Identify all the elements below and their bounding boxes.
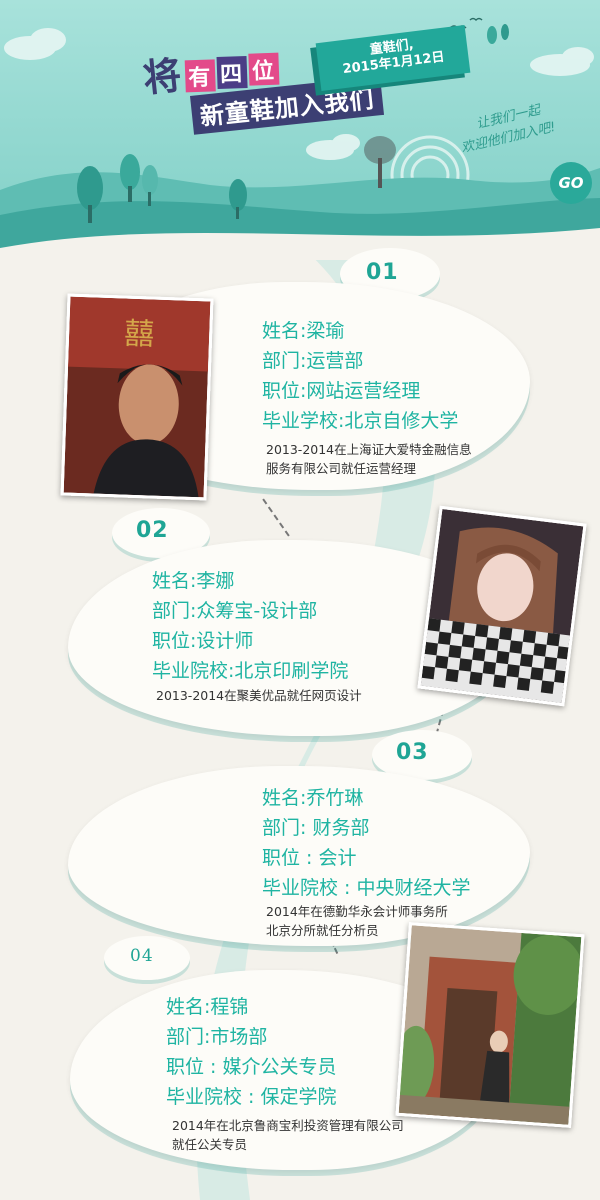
member-name: 姓名:李娜 (152, 570, 235, 592)
member-position: 职位:网站运营经理 (262, 380, 421, 402)
title-prefix: 将 (140, 52, 186, 101)
member-number: 02 (136, 518, 169, 543)
note-line-2: 服务有限公司就任运营经理 (266, 461, 417, 476)
title-highlight-2: 四 (216, 55, 248, 89)
note-line-1: 2013-2014在聚美优品就任网页设计 (156, 688, 362, 703)
member-name: 姓名:乔竹琳 (262, 787, 364, 809)
member-photo: 囍 (60, 293, 214, 501)
title-highlight-1: 有 (184, 58, 216, 92)
svg-text:囍: 囍 (124, 317, 155, 353)
member-school: 毕业院校 : 保定学院 (166, 1086, 337, 1108)
go-badge: GO (550, 162, 592, 204)
member-info: 姓名:梁瑜 部门:运营部 职位:网站运营经理 毕业学校:北京自修大学 (262, 316, 458, 436)
member-position: 职位:设计师 (152, 630, 254, 652)
member-note: 2014年在北京鲁商宝利投资管理有限公司 就任公关专员 (172, 1116, 404, 1154)
note-line-1: 2014年在北京鲁商宝利投资管理有限公司 (172, 1118, 404, 1133)
member-dept: 部门:市场部 (166, 1026, 268, 1048)
title-highlight-3: 位 (248, 52, 280, 86)
portrait-image (395, 925, 584, 1125)
member-note: 2013-2014在上海证大爱特金融信息 服务有限公司就任运营经理 (266, 440, 472, 478)
member-number: 01 (366, 260, 399, 285)
note-line-2: 就任公关专员 (172, 1137, 248, 1152)
member-info: 姓名:程锦 部门:市场部 职位 : 媒介公关专员 毕业院校 : 保定学院 (166, 992, 336, 1112)
member-number: 03 (396, 740, 429, 765)
member-school: 毕业院校 : 中央财经大学 (262, 877, 471, 899)
member-dept: 部门:运营部 (262, 350, 364, 372)
member-school: 毕业学校:北京自修大学 (262, 410, 459, 432)
member-photo (395, 922, 585, 1128)
member-position: 职位 : 媒介公关专员 (166, 1056, 337, 1078)
member-number: 04 (130, 946, 154, 966)
member-school: 毕业院校:北京印刷学院 (152, 660, 349, 682)
member-name: 姓名:梁瑜 (262, 320, 345, 342)
member-note: 2013-2014在聚美优品就任网页设计 (156, 686, 362, 705)
member-name: 姓名:程锦 (166, 996, 249, 1018)
member-info: 姓名:李娜 部门:众筹宝-设计部 职位:设计师 毕业院校:北京印刷学院 (152, 566, 348, 686)
member-dept: 部门: 财务部 (262, 817, 370, 839)
portrait-image: 囍 (63, 296, 211, 498)
header-banner: 将有四位 新童鞋加入我们 童鞋们, 2015年1月12日 让我们一起 欢迎他们加… (0, 0, 600, 260)
member-photo (417, 505, 587, 707)
member-dept: 部门:众筹宝-设计部 (152, 600, 318, 622)
portrait-image (420, 509, 584, 703)
note-line-1: 2014年在德勤华永会计师事务所 (266, 904, 448, 919)
member-info: 姓名:乔竹琳 部门: 财务部 职位 : 会计 毕业院校 : 中央财经大学 (262, 783, 470, 903)
note-line-1: 2013-2014在上海证大爱特金融信息 (266, 442, 472, 457)
member-position: 职位 : 会计 (262, 847, 357, 869)
page: 将有四位 新童鞋加入我们 童鞋们, 2015年1月12日 让我们一起 欢迎他们加… (0, 0, 600, 1200)
